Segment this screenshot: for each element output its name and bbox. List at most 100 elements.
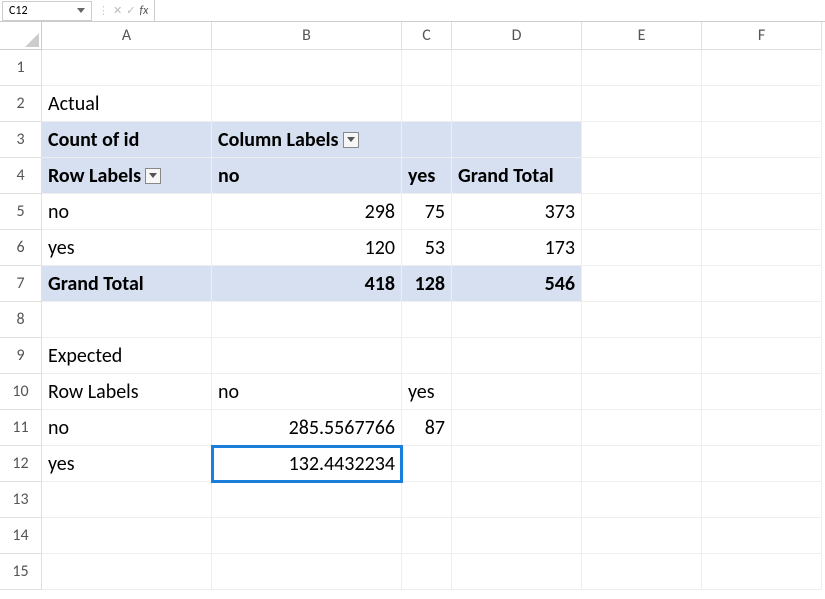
cell-B15[interactable]	[212, 554, 402, 590]
col-header-E[interactable]: E	[582, 22, 702, 50]
cell-B7[interactable]: 418	[212, 266, 402, 302]
cell-A1[interactable]	[42, 50, 212, 86]
cell-D14[interactable]	[452, 518, 582, 554]
cell-A13[interactable]	[42, 482, 212, 518]
cell-D10[interactable]	[452, 374, 582, 410]
cell-E9[interactable]	[582, 338, 702, 374]
cell-A11[interactable]: no	[42, 410, 212, 446]
spreadsheet-grid[interactable]: A B C D E F 1 2 Actual 3 Count of id Col…	[0, 22, 825, 590]
cell-D4[interactable]: Grand Total	[452, 158, 582, 194]
row-header-6[interactable]: 6	[0, 230, 42, 266]
cell-F12[interactable]	[702, 446, 822, 482]
cell-F15[interactable]	[702, 554, 822, 590]
row-header-7[interactable]: 7	[0, 266, 42, 302]
cell-B3[interactable]: Column Labels	[212, 122, 402, 158]
cell-D7[interactable]: 546	[452, 266, 582, 302]
cell-B2[interactable]	[212, 86, 402, 122]
cell-A2[interactable]: Actual	[42, 86, 212, 122]
col-header-B[interactable]: B	[212, 22, 402, 50]
cell-B8[interactable]	[212, 302, 402, 338]
fx-label[interactable]: fx	[139, 4, 148, 18]
cell-D11[interactable]	[452, 410, 582, 446]
cell-C9[interactable]	[402, 338, 452, 374]
cell-B14[interactable]	[212, 518, 402, 554]
cell-E15[interactable]	[582, 554, 702, 590]
cancel-icon[interactable]: ✕	[113, 4, 122, 17]
row-header-4[interactable]: 4	[0, 158, 42, 194]
cell-F14[interactable]	[702, 518, 822, 554]
cell-D12[interactable]	[452, 446, 582, 482]
select-all-corner[interactable]	[0, 22, 42, 50]
cell-A9[interactable]: Expected	[42, 338, 212, 374]
row-header-15[interactable]: 15	[0, 554, 42, 590]
cell-D9[interactable]	[452, 338, 582, 374]
cell-E11[interactable]	[582, 410, 702, 446]
cell-B12[interactable]: 132.4432234	[212, 446, 402, 482]
cell-A4[interactable]: Row Labels	[42, 158, 212, 194]
cell-F3[interactable]	[702, 122, 822, 158]
cell-A8[interactable]	[42, 302, 212, 338]
cell-B4[interactable]: no	[212, 158, 402, 194]
cell-A15[interactable]	[42, 554, 212, 590]
cell-C3[interactable]	[402, 122, 452, 158]
cell-A5[interactable]: no	[42, 194, 212, 230]
cell-A3[interactable]: Count of id	[42, 122, 212, 158]
cell-C6[interactable]: 53	[402, 230, 452, 266]
cell-B6[interactable]: 120	[212, 230, 402, 266]
cell-C7[interactable]: 128	[402, 266, 452, 302]
cell-C10[interactable]: yes	[402, 374, 452, 410]
row-header-3[interactable]: 3	[0, 122, 42, 158]
cell-E14[interactable]	[582, 518, 702, 554]
cell-E1[interactable]	[582, 50, 702, 86]
cell-B10[interactable]: no	[212, 374, 402, 410]
cell-D15[interactable]	[452, 554, 582, 590]
cell-A14[interactable]	[42, 518, 212, 554]
formula-input[interactable]	[155, 0, 825, 21]
col-header-D[interactable]: D	[452, 22, 582, 50]
cell-C14[interactable]	[402, 518, 452, 554]
row-header-10[interactable]: 10	[0, 374, 42, 410]
row-header-8[interactable]: 8	[0, 302, 42, 338]
row-header-14[interactable]: 14	[0, 518, 42, 554]
cell-E3[interactable]	[582, 122, 702, 158]
col-header-C[interactable]: C	[402, 22, 452, 50]
row-header-5[interactable]: 5	[0, 194, 42, 230]
cell-A6[interactable]: yes	[42, 230, 212, 266]
cell-E6[interactable]	[582, 230, 702, 266]
cell-F9[interactable]	[702, 338, 822, 374]
cell-C2[interactable]	[402, 86, 452, 122]
cell-C11[interactable]: 87	[402, 410, 452, 446]
cell-C4[interactable]: yes	[402, 158, 452, 194]
cell-E2[interactable]	[582, 86, 702, 122]
cell-A10[interactable]: Row Labels	[42, 374, 212, 410]
cell-F8[interactable]	[702, 302, 822, 338]
col-header-A[interactable]: A	[42, 22, 212, 50]
row-header-11[interactable]: 11	[0, 410, 42, 446]
cell-C12[interactable]	[402, 446, 452, 482]
cell-E5[interactable]	[582, 194, 702, 230]
accept-icon[interactable]: ✓	[126, 4, 135, 17]
column-labels-filter-icon[interactable]	[343, 132, 359, 148]
cell-E8[interactable]	[582, 302, 702, 338]
cell-C5[interactable]: 75	[402, 194, 452, 230]
row-header-13[interactable]: 13	[0, 482, 42, 518]
cell-D3[interactable]	[452, 122, 582, 158]
cell-F7[interactable]	[702, 266, 822, 302]
row-header-12[interactable]: 12	[0, 446, 42, 482]
cell-D5[interactable]: 373	[452, 194, 582, 230]
cell-B1[interactable]	[212, 50, 402, 86]
cell-D2[interactable]	[452, 86, 582, 122]
cell-C13[interactable]	[402, 482, 452, 518]
row-header-1[interactable]: 1	[0, 50, 42, 86]
cell-E12[interactable]	[582, 446, 702, 482]
cell-F1[interactable]	[702, 50, 822, 86]
cell-C8[interactable]	[402, 302, 452, 338]
col-header-F[interactable]: F	[702, 22, 822, 50]
row-labels-filter-icon[interactable]	[145, 168, 161, 184]
cell-D8[interactable]	[452, 302, 582, 338]
cell-F11[interactable]	[702, 410, 822, 446]
cell-E7[interactable]	[582, 266, 702, 302]
cell-F10[interactable]	[702, 374, 822, 410]
cell-C15[interactable]	[402, 554, 452, 590]
cell-F6[interactable]	[702, 230, 822, 266]
